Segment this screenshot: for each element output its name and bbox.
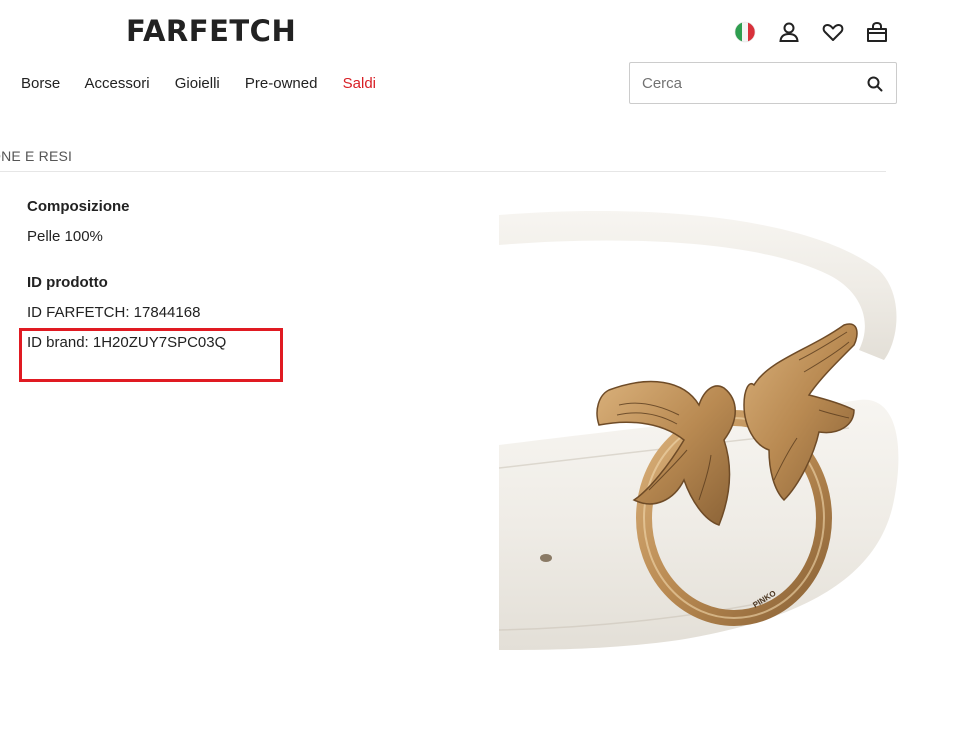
nav-item-pre-owned[interactable]: Pre-owned	[245, 75, 318, 92]
wishlist-heart-icon[interactable]	[821, 20, 845, 44]
header-icons	[733, 20, 893, 44]
composition-value: Pelle 100%	[27, 228, 103, 245]
nav-item-accessori[interactable]: Accessori	[85, 75, 150, 92]
flag-italy-icon[interactable]	[733, 20, 757, 44]
farfetch-logo[interactable]: FARFETCH	[126, 14, 296, 48]
brand-id-highlight-box	[19, 328, 283, 382]
search-box	[629, 62, 897, 104]
search-input[interactable]	[642, 73, 852, 93]
product-image-belt: PINKO	[498, 200, 899, 665]
section-tab-shipping-returns[interactable]: ONE E RESI	[0, 148, 72, 164]
shopping-bag-icon[interactable]	[865, 20, 889, 44]
nav-item-saldi[interactable]: Saldi	[343, 75, 376, 92]
composition-heading: Composizione	[27, 198, 130, 215]
main-navigation: Borse Accessori Gioielli Pre-owned Saldi	[21, 75, 397, 92]
section-divider	[0, 171, 886, 172]
nav-item-borse[interactable]: Borse	[21, 75, 60, 92]
product-id-heading: ID prodotto	[27, 274, 108, 291]
farfetch-id: ID FARFETCH: 17844168	[27, 304, 201, 321]
nav-item-gioielli[interactable]: Gioielli	[175, 75, 220, 92]
account-icon[interactable]	[777, 20, 801, 44]
search-icon[interactable]	[866, 75, 884, 93]
